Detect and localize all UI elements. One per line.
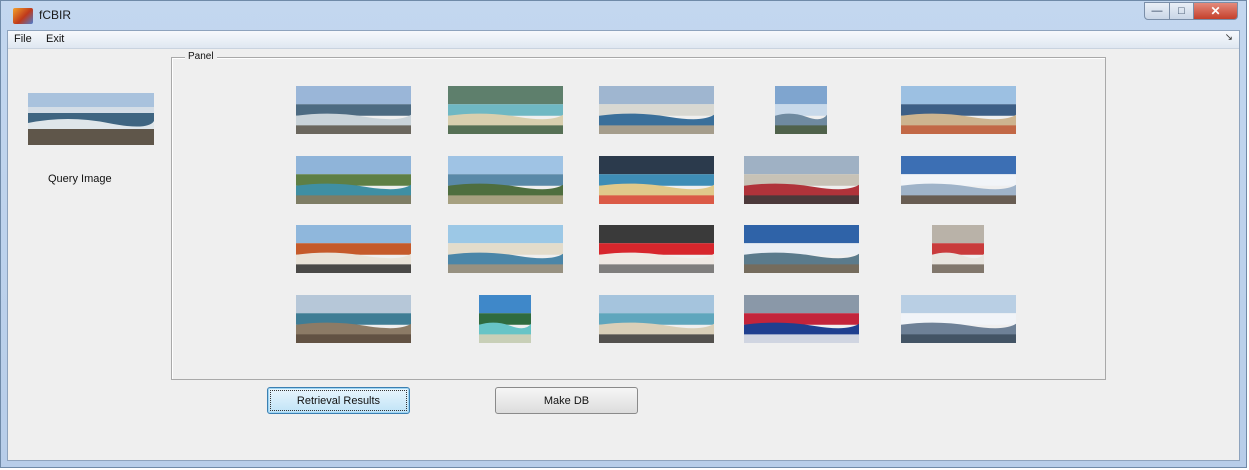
matlab-app-icon [13,8,33,24]
retrieval-results-button[interactable]: Retrieval Results [267,387,410,414]
title-bar[interactable]: fCBIR — □ ✕ [1,1,1246,29]
app-window: fCBIR — □ ✕ File Exit ↘ Query Image Pane… [0,0,1247,468]
result-thumbnail-mountain-lake [775,86,827,134]
menu-bar: File Exit ↘ [8,31,1239,49]
result-thumbnail-sandy-beach [447,225,563,273]
result-thumbnail-beach-waves [295,86,411,134]
result-thumbnail-alpine-town [743,225,859,273]
menu-exit[interactable]: Exit [46,33,64,45]
result-thumbnail-sailboats [598,86,714,134]
result-thumbnail-red-bus [598,225,714,273]
result-thumbnail-umbrella-beach [598,156,714,204]
result-thumbnail-stony-beach [295,295,411,343]
result-thumbnail-crowded-beach [900,86,1016,134]
window-controls: — □ ✕ [1144,2,1238,20]
results-panel: Panel [171,51,1106,380]
close-icon[interactable]: ✕ [1194,2,1238,20]
result-thumbnail-motorbikes [743,156,859,204]
query-image [28,93,154,145]
figure-client-area: File Exit ↘ Query Image Panel Retrieval … [7,30,1240,461]
toolbar-toggle-icon[interactable]: ↘ [1225,32,1233,43]
result-thumbnail-palm-island [479,295,531,343]
panel-title: Panel [185,51,217,63]
menu-file[interactable]: File [14,33,32,45]
query-image-label: Query Image [48,173,112,185]
result-thumbnail-snow-peaks [900,156,1016,204]
result-thumbnail-bus-interior [932,225,984,273]
maximize-icon[interactable]: □ [1170,2,1194,20]
result-thumbnail-tour-bus [295,225,411,273]
result-thumbnail-union-jack-bus [743,295,859,343]
make-db-button[interactable]: Make DB [495,387,638,414]
result-thumbnail-coast-rocks [447,156,563,204]
minimize-icon[interactable]: — [1144,2,1170,20]
result-thumbnail-swimmers [598,295,714,343]
result-thumbnail-glacier-bay [900,295,1016,343]
window-title: fCBIR [39,8,72,22]
result-thumbnail-shallow-lagoon [447,86,563,134]
result-thumbnail-river-valley [295,156,411,204]
